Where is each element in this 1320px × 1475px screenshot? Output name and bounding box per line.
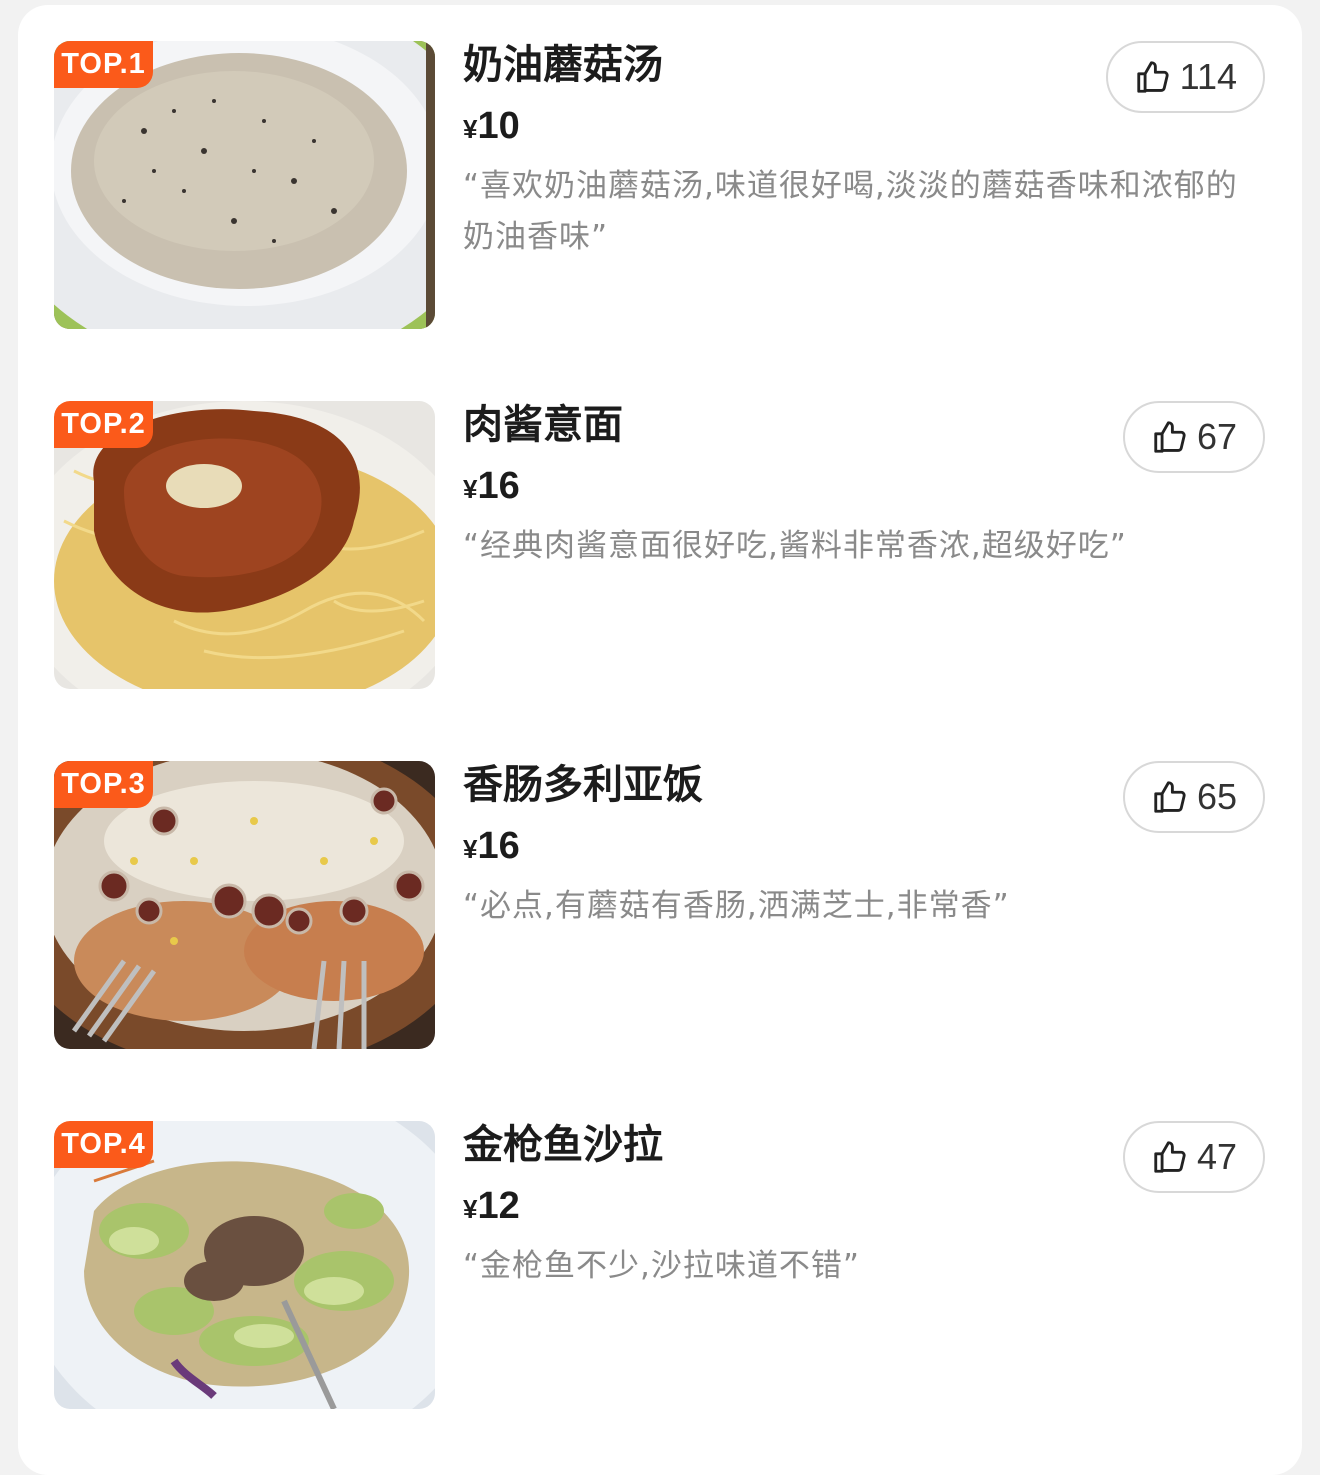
list-item[interactable]: TOP.4 金枪鱼沙拉 ¥12 “金枪鱼不少,沙拉味道不错” 47 [54,1121,1266,1411]
currency-symbol: ¥ [463,474,478,504]
like-count: 47 [1196,1136,1237,1177]
dish-price: ¥10 [463,105,520,148]
dish-name: 肉酱意面 [463,402,623,448]
currency-symbol: ¥ [463,114,478,144]
list-item[interactable]: TOP.2 肉酱意面 ¥16 “经典肉酱意面很好吃,酱料非常香浓,超级好吃” 6… [54,401,1266,691]
like-count: 65 [1196,776,1237,817]
rank-badge: TOP.2 [54,401,153,448]
dish-review: “喜欢奶油蘑菇汤,味道很好喝,淡淡的蘑菇香味和浓郁的奶油香味” [463,168,1238,255]
price-value: 16 [477,825,520,867]
dish-photo-bolognese-pasta[interactable]: TOP.2 [54,401,435,689]
dish-price: ¥16 [463,465,520,508]
currency-symbol: ¥ [463,834,478,864]
dish-photo-tuna-salad[interactable]: TOP.4 [54,1121,435,1409]
dish-photo-mushroom-soup[interactable]: TOP.1 [54,41,435,329]
dish-name: 奶油蘑菇汤 [463,42,663,88]
dish-price: ¥12 [463,1185,520,1228]
like-button[interactable]: 65 [1122,761,1265,833]
dish-review: “金枪鱼不少,沙拉味道不错” [463,1248,860,1284]
like-button[interactable]: 47 [1122,1121,1265,1193]
dish-ranking-card: TOP.1 奶油蘑菇汤 ¥10 “喜欢奶油蘑菇汤,味道很好喝,淡淡的蘑菇香味和浓… [18,5,1302,1475]
rank-badge: TOP.4 [54,1121,153,1168]
thumbs-up-icon [1151,418,1189,456]
thumbs-up-icon [1151,778,1189,816]
list-item[interactable]: TOP.3 香肠多利亚饭 ¥16 “必点,有蘑菇有香肠,洒满芝士,非常香” 65 [54,761,1266,1051]
dish-review: “必点,有蘑菇有香肠,洒满芝士,非常香” [463,888,1010,924]
dish-price: ¥16 [463,825,520,868]
dish-photo-sausage-doria[interactable]: TOP.3 [54,761,435,1049]
like-button[interactable]: 67 [1122,401,1265,473]
list-item[interactable]: TOP.1 奶油蘑菇汤 ¥10 “喜欢奶油蘑菇汤,味道很好喝,淡淡的蘑菇香味和浓… [54,41,1266,331]
thumbs-up-icon [1151,1138,1189,1176]
currency-symbol: ¥ [463,1194,478,1224]
dish-review: “经典肉酱意面很好吃,酱料非常香浓,超级好吃” [463,528,1127,564]
like-button[interactable]: 114 [1105,41,1265,113]
thumbs-up-icon [1134,58,1172,96]
rank-badge: TOP.1 [54,41,153,88]
rank-badge: TOP.3 [54,761,153,808]
like-count: 67 [1196,416,1237,457]
price-value: 10 [477,105,520,147]
price-value: 16 [477,465,520,507]
dish-name: 香肠多利亚饭 [463,762,703,808]
like-count: 114 [1179,56,1237,97]
price-value: 12 [477,1185,520,1227]
dish-name: 金枪鱼沙拉 [463,1122,663,1168]
